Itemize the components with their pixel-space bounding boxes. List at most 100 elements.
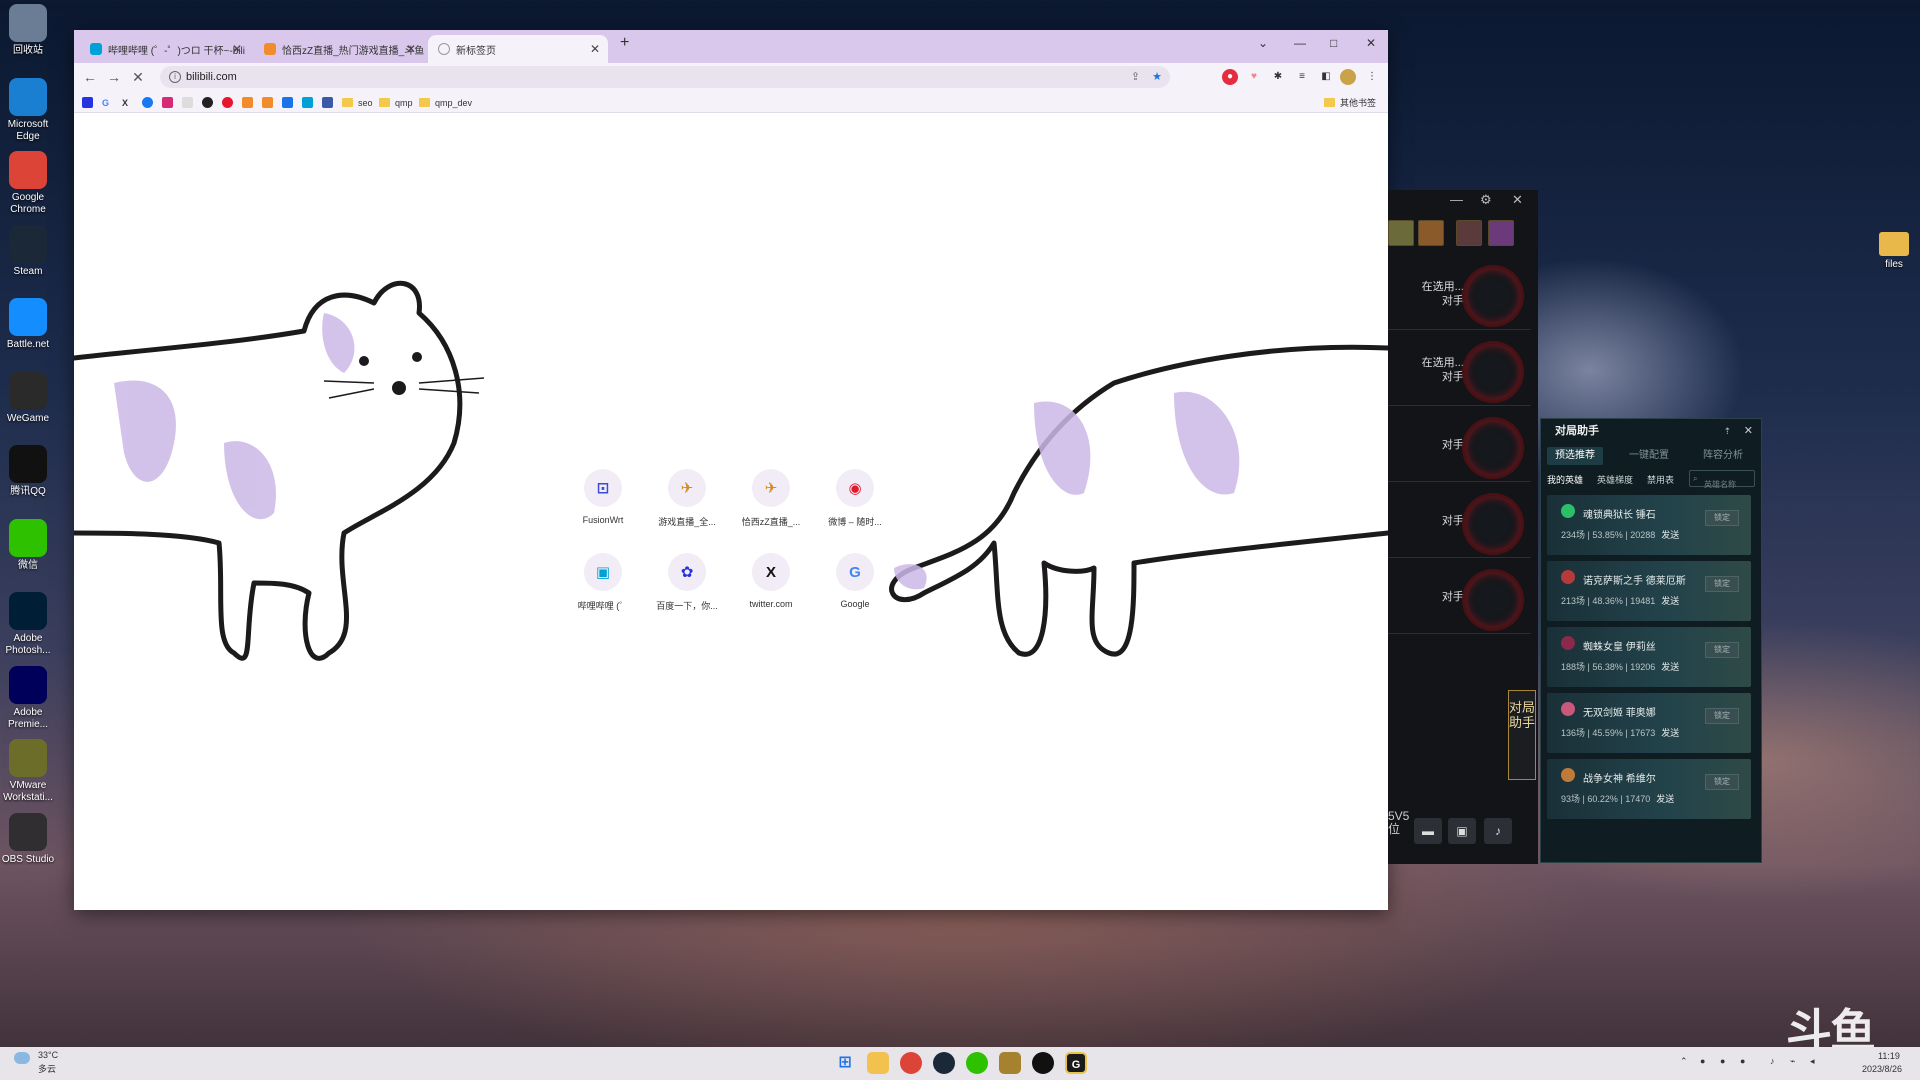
opponent-slot[interactable]: 对手 3 xyxy=(1388,412,1531,482)
stop-loading-button[interactable]: ✕ xyxy=(128,67,148,87)
tray-qq-icon[interactable]: ● xyxy=(1700,1056,1705,1066)
tab-one-click-config[interactable]: 一键配置 xyxy=(1621,447,1677,465)
close-icon[interactable]: ✕ xyxy=(1744,419,1753,443)
bookmark-baidu-icon[interactable] xyxy=(82,96,93,109)
desktop-shortcut[interactable]: Adobe Photosh... xyxy=(0,592,56,657)
send-link[interactable]: 发送 xyxy=(1656,794,1674,804)
tray-wechat-icon[interactable]: ● xyxy=(1740,1056,1745,1066)
close-tab-icon[interactable]: ✕ xyxy=(232,42,242,56)
hero-card[interactable]: 蜘蛛女皇 伊莉丝 188场 | 56.38% | 19206 发送 锁定 xyxy=(1547,627,1751,687)
send-link[interactable]: 发送 xyxy=(1661,728,1679,738)
address-bar[interactable]: i bilibili.com ⇪ ★ xyxy=(160,66,1170,88)
desktop-shortcut[interactable]: VMware Workstati... xyxy=(0,739,56,804)
send-link[interactable]: 发送 xyxy=(1661,596,1679,606)
share-icon[interactable]: ⇪ xyxy=(1131,66,1140,88)
weather-desc[interactable]: 多云 xyxy=(38,1062,56,1075)
lock-button[interactable]: 锁定 xyxy=(1705,642,1739,658)
champion-portrait[interactable] xyxy=(1488,220,1514,246)
champion-portrait[interactable] xyxy=(1388,220,1414,246)
file-explorer-icon[interactable] xyxy=(867,1052,889,1074)
chrome-taskbar-icon[interactable] xyxy=(900,1052,922,1074)
game-assistant-icon[interactable] xyxy=(1032,1052,1054,1074)
hero-card[interactable]: 诺克萨斯之手 德莱厄斯 213场 | 48.36% | 19481 发送 锁定 xyxy=(1547,561,1751,621)
extension-icon[interactable]: ♥ xyxy=(1246,69,1262,85)
close-window-button[interactable]: ✕ xyxy=(1366,36,1376,50)
opponent-slot[interactable]: 对手 5 xyxy=(1388,564,1531,634)
g-app-icon[interactable]: G xyxy=(1065,1052,1087,1074)
lock-button[interactable]: 锁定 xyxy=(1705,576,1739,592)
shortcut-tile[interactable]: G Google xyxy=(813,553,897,609)
tab-douyu[interactable]: 恰西zZ直播_热门游戏直播_斗鱼 ✕ xyxy=(254,35,424,63)
clock-date[interactable]: 2023/8/26 xyxy=(1862,1064,1902,1074)
pin-icon[interactable]: ⇡ xyxy=(1723,419,1731,443)
assistant-toggle-tab[interactable]: 对局助手 xyxy=(1508,690,1536,780)
bookmark-folder-seo[interactable]: seo xyxy=(342,96,373,109)
hero-card[interactable]: 战争女神 希维尔 93场 | 60.22% | 17470 发送 锁定 xyxy=(1547,759,1751,819)
shortcut-tile[interactable]: ✿ 百度一下，你... xyxy=(645,553,729,612)
bookmark-folder-qmp-dev[interactable]: qmp_dev xyxy=(419,96,472,109)
lock-button[interactable]: 锁定 xyxy=(1705,774,1739,790)
shortcut-tile[interactable]: ✈ 恰西zZ直播_... xyxy=(729,469,813,528)
desktop-shortcut[interactable]: Google Chrome xyxy=(0,151,56,216)
minimize-button[interactable]: — xyxy=(1294,36,1306,50)
desktop-shortcut[interactable]: 回收站 xyxy=(0,4,56,57)
bookmark-site-icon[interactable] xyxy=(322,96,333,109)
microphone-icon[interactable]: ♪ xyxy=(1484,818,1512,844)
send-link[interactable]: 发送 xyxy=(1661,662,1679,672)
side-panel-icon[interactable]: ◧ xyxy=(1318,69,1334,85)
shortcut-tile[interactable]: ⊡ FusionWrt xyxy=(561,469,645,525)
desktop-shortcut[interactable]: Microsoft Edge xyxy=(0,77,56,143)
clock-time[interactable]: 11:19 xyxy=(1878,1051,1900,1061)
desktop-shortcut[interactable]: 微信 xyxy=(0,518,56,572)
desktop-shortcut[interactable]: Battle.net xyxy=(0,298,56,351)
files-folder-icon[interactable]: files xyxy=(1866,232,1920,271)
new-tab-button[interactable]: + xyxy=(620,34,629,52)
champion-portrait[interactable] xyxy=(1456,220,1482,246)
weather-temp[interactable]: 33°C xyxy=(38,1050,58,1060)
champion-portrait[interactable] xyxy=(1418,220,1444,246)
hero-search-input[interactable]: ⌕ 英雄名称 xyxy=(1689,470,1755,489)
subtab-ban-list[interactable]: 禁用表 xyxy=(1647,473,1674,486)
bookmark-github-icon[interactable] xyxy=(202,96,213,109)
back-button[interactable]: ← xyxy=(80,67,100,87)
desktop-shortcut[interactable]: 腾讯QQ xyxy=(0,445,56,498)
tab-lineup-analysis[interactable]: 阵容分析 xyxy=(1695,447,1751,465)
hero-card[interactable]: 魂锁典狱长 锤石 234场 | 53.85% | 20288 发送 锁定 xyxy=(1547,495,1751,555)
tab-search-icon[interactable]: ⌄ xyxy=(1258,36,1268,50)
maximize-button[interactable]: □ xyxy=(1330,36,1337,50)
subtab-hero-tier[interactable]: 英雄梯度 xyxy=(1597,473,1633,486)
tab-pick-recommend[interactable]: 预选推荐 xyxy=(1547,447,1603,465)
bookmark-instagram-icon[interactable] xyxy=(162,96,173,109)
tray-volume-icon[interactable]: ◂ xyxy=(1810,1056,1815,1067)
opponent-slot[interactable]: 在选用...... 对手 1 xyxy=(1388,260,1531,330)
bookmark-x-icon[interactable]: X xyxy=(122,96,128,109)
desktop-shortcut[interactable]: WeGame xyxy=(0,371,56,425)
opponent-slot[interactable]: 在选用...... 对手 2 xyxy=(1388,336,1531,406)
tray-network-icon[interactable]: ⌁ xyxy=(1790,1056,1795,1067)
tray-chevron-icon[interactable]: ⌃ xyxy=(1680,1056,1688,1067)
bookmark-bilibili-icon[interactable] xyxy=(302,96,313,109)
send-link[interactable]: 发送 xyxy=(1661,530,1679,540)
tab-bilibili[interactable]: 哔哩哔哩 (゜-゜)つロ 干杯~-bili ✕ xyxy=(80,35,250,63)
bookmark-star-icon[interactable]: ★ xyxy=(1152,66,1162,88)
lock-button[interactable]: 锁定 xyxy=(1705,708,1739,724)
bookmark-google-icon[interactable]: G xyxy=(102,96,109,109)
bookmark-translate-icon[interactable] xyxy=(282,96,293,109)
profile-avatar[interactable] xyxy=(1340,69,1356,85)
close-icon[interactable]: ✕ xyxy=(1512,192,1523,208)
subtab-my-heroes[interactable]: 我的英雄 xyxy=(1547,473,1583,486)
close-tab-icon[interactable]: ✕ xyxy=(590,42,600,56)
chat-icon[interactable]: ▬ xyxy=(1414,818,1442,844)
shortcut-tile[interactable]: ✈ 游戏直播_全... xyxy=(645,469,729,528)
bookmark-douyu2-icon[interactable] xyxy=(262,96,273,109)
opponent-slot[interactable]: 对手 4 xyxy=(1388,488,1531,558)
minimize-icon[interactable]: — xyxy=(1450,192,1463,207)
bookmark-folder-qmp[interactable]: qmp xyxy=(379,96,413,109)
puzzle-extensions-icon[interactable]: ✱ xyxy=(1270,69,1286,85)
desktop-shortcut[interactable]: OBS Studio xyxy=(0,812,56,866)
bookmark-weibo-icon[interactable] xyxy=(222,96,233,109)
desktop-shortcut[interactable]: Steam xyxy=(0,224,56,278)
screen-icon[interactable]: ▣ xyxy=(1448,818,1476,844)
settings-gear-icon[interactable]: ⚙ xyxy=(1480,192,1492,208)
tab-new-tab[interactable]: 新标签页 ✕ xyxy=(428,35,608,63)
